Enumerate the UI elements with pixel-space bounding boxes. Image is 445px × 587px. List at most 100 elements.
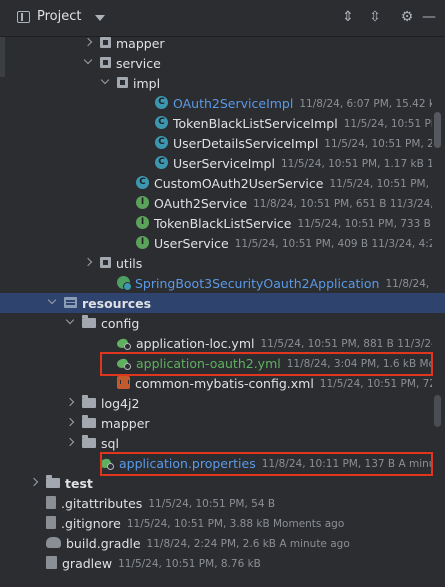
tree-row[interactable]: application-loc.yml 11/5/24, 10:51 PM, 88… bbox=[0, 333, 432, 353]
tree-row[interactable]: utils bbox=[0, 253, 432, 273]
tree-row-content: service bbox=[100, 53, 161, 73]
chevron-down-icon[interactable] bbox=[100, 73, 110, 93]
tree-row[interactable]: C TokenBlackListServiceImpl 11/5/24, 10:51… bbox=[0, 113, 432, 133]
tree-row-content: utils bbox=[100, 253, 142, 273]
class-icon: C bbox=[155, 96, 168, 109]
tree-row-content: SpringBoot3SecurityOauth2Application 11/8… bbox=[117, 273, 432, 293]
tree-item-name: CustomOAuth2UserService bbox=[154, 175, 324, 191]
tree-item-name: OAuth2ServiceImpl bbox=[173, 95, 294, 111]
tree-row[interactable]: service bbox=[0, 53, 432, 73]
tree-row[interactable]: I UserService 11/5/24, 10:51 PM, 409 B 11/… bbox=[0, 233, 432, 253]
chevron-down-icon[interactable] bbox=[65, 313, 75, 333]
tree-row[interactable]: build.gradle 11/8/24, 2:24 PM, 2.6 kB A m… bbox=[0, 533, 432, 553]
tree-item-meta: 11/8/24, 2:24 PM, 2.6 kB A minute ago bbox=[146, 537, 350, 550]
tree-item-name: resources bbox=[82, 295, 152, 311]
chevron-right-icon[interactable] bbox=[65, 433, 75, 453]
dropdown-icon[interactable] bbox=[95, 15, 105, 21]
chevron-right-icon[interactable] bbox=[83, 33, 93, 53]
tree-item-meta: 11/5/24, 10:51 PM, bbox=[343, 117, 432, 130]
chevron-right-icon[interactable] bbox=[65, 413, 75, 433]
tree-row[interactable]: C UserDetailsServiceImpl 11/5/24, 10:51 PM… bbox=[0, 133, 432, 153]
tree-item-meta: 11/5/24, 10:51 PM, 409 B 11/3/24, 4:28 bbox=[234, 237, 432, 250]
resources-folder-icon bbox=[64, 297, 77, 308]
highlight-box-application-properties bbox=[100, 452, 433, 476]
tree-item-name: UserService bbox=[154, 235, 229, 251]
tree-row[interactable]: config bbox=[0, 313, 432, 333]
tree-row[interactable]: mapper bbox=[0, 33, 432, 53]
chevron-right-icon[interactable] bbox=[83, 253, 93, 273]
package-folder-icon bbox=[100, 57, 111, 68]
folder-icon bbox=[82, 414, 96, 428]
tree-row[interactable]: C CustomOAuth2UserService 11/5/24, 10:51 P… bbox=[0, 173, 432, 193]
tree-row[interactable]: C OAuth2ServiceImpl 11/8/24, 6:07 PM, 15.4… bbox=[0, 93, 432, 113]
tree-item-meta: 11/5/24, 10:51 PM, 2.0 bbox=[324, 137, 432, 150]
tree-item-name: OAuth2Service bbox=[154, 195, 248, 211]
folder-icon bbox=[82, 394, 96, 408]
folder-icon bbox=[82, 434, 96, 448]
tree-item-meta: 11/5/24, 10:51 PM, 54 B bbox=[148, 497, 276, 510]
tree-row[interactable]: common-mybatis-config.xml 11/5/24, 10:51 … bbox=[0, 373, 432, 393]
tree-row[interactable]: resources bbox=[0, 293, 445, 313]
interface-icon: I bbox=[136, 196, 149, 209]
tree-item-name: common-mybatis-config.xml bbox=[135, 375, 314, 391]
settings-icon[interactable]: ⚙ bbox=[398, 8, 416, 26]
tree-item-name: TokenBlackListService bbox=[154, 215, 292, 231]
chevron-down-icon[interactable] bbox=[83, 53, 93, 73]
text-file-icon bbox=[46, 516, 56, 529]
tree-item-name: .gitattributes bbox=[61, 495, 143, 511]
horizontal-scrollbar-hint[interactable] bbox=[434, 395, 441, 427]
tree-row-content: build.gradle 11/8/24, 2:24 PM, 2.6 kB A m… bbox=[46, 533, 350, 553]
class-icon: C bbox=[155, 156, 168, 169]
tree-row[interactable]: I TokenBlackListService 11/5/24, 10:51 PM,… bbox=[0, 213, 432, 233]
vertical-scrollbar-thumb[interactable] bbox=[434, 112, 441, 148]
chevron-right-icon[interactable] bbox=[65, 393, 75, 413]
package-folder-icon bbox=[100, 257, 111, 268]
tree-row-content: .gitignore 11/5/24, 10:51 PM, 3.88 kB Mom… bbox=[46, 513, 344, 533]
tree-item-name: SpringBoot3SecurityOauth2Application bbox=[135, 275, 380, 291]
tree-row[interactable]: impl bbox=[0, 73, 432, 93]
collapse-all-icon[interactable]: ⇳ bbox=[366, 8, 384, 26]
interface-icon: I bbox=[136, 216, 149, 229]
chevron-right-icon[interactable] bbox=[29, 473, 39, 493]
tree-item-name: service bbox=[116, 55, 161, 71]
tree-item-meta: 11/8/24, 6:07 PM, 15.42 kB bbox=[299, 97, 432, 110]
tree-item-meta: 11/5/24, 10:51 PM, 1.17 kB 11/3 bbox=[280, 157, 432, 170]
tree-item-name: sql bbox=[101, 435, 119, 451]
tree-row[interactable]: sql bbox=[0, 433, 432, 453]
class-icon: C bbox=[155, 116, 168, 129]
tree-row[interactable]: gradlew 11/5/24, 10:51 PM, 8.76 kB bbox=[0, 553, 432, 573]
hide-icon[interactable]: — bbox=[420, 8, 438, 26]
expand-all-icon[interactable]: ⇕ bbox=[339, 8, 357, 26]
project-toolbar: Project ⇕ ⇳ ⚙ — bbox=[0, 0, 445, 37]
tree-row[interactable]: mapper bbox=[0, 413, 432, 433]
tree-item-name: test bbox=[65, 475, 93, 491]
tree-row-content: C CustomOAuth2UserService 11/5/24, 10:51 P… bbox=[136, 173, 432, 193]
tree-row-content: I UserService 11/5/24, 10:51 PM, 409 B 11/… bbox=[136, 233, 432, 253]
tree-item-name: mapper bbox=[101, 415, 150, 431]
folder-icon bbox=[82, 314, 96, 328]
yaml-file-icon bbox=[117, 336, 131, 350]
tree-item-name: application-loc.yml bbox=[136, 335, 255, 351]
tree-item-name: mapper bbox=[116, 35, 165, 51]
tool-window-title[interactable]: Project bbox=[37, 9, 81, 24]
tree-item-meta: 11/5/24, 10:51 PM, 881 B 11/3/24, 4 bbox=[260, 337, 432, 350]
tree-row[interactable]: log4j2 bbox=[0, 393, 432, 413]
gradle-file-icon bbox=[46, 537, 61, 548]
tree-row[interactable]: .gitignore 11/5/24, 10:51 PM, 3.88 kB Mom… bbox=[0, 513, 432, 533]
tree-item-name: gradlew bbox=[62, 555, 113, 571]
tree-row-content: C OAuth2ServiceImpl 11/8/24, 6:07 PM, 15.4… bbox=[155, 93, 432, 113]
class-icon: C bbox=[136, 176, 149, 189]
folder-icon bbox=[46, 474, 60, 488]
tree-row[interactable]: SpringBoot3SecurityOauth2Application 11/8… bbox=[0, 273, 432, 293]
class-icon: C bbox=[155, 136, 168, 149]
tree-row-content: sql bbox=[82, 433, 119, 453]
tree-row-content: impl bbox=[117, 73, 160, 93]
tree-row[interactable]: .gitattributes 11/5/24, 10:51 PM, 54 B bbox=[0, 493, 432, 513]
chevron-down-icon[interactable] bbox=[47, 293, 57, 313]
text-file-icon bbox=[46, 496, 56, 509]
tree-row[interactable]: test bbox=[0, 473, 432, 493]
tree-row[interactable]: I OAuth2Service 11/8/24, 10:51 PM, 651 B 1… bbox=[0, 193, 432, 213]
tree-item-name: log4j2 bbox=[101, 395, 140, 411]
tree-item-meta: 11/5/24, 10:51 PM, 3.88 kB Moments ago bbox=[126, 517, 345, 530]
tree-row[interactable]: C UserServiceImpl 11/5/24, 10:51 PM, 1.17 … bbox=[0, 153, 432, 173]
